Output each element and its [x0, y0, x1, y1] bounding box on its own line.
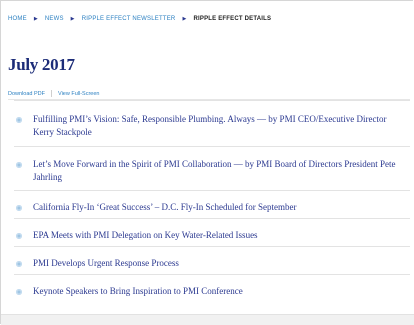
bullet-icon: [16, 233, 22, 239]
breadcrumb-current: RIPPLE EFFECT DETAILS: [193, 16, 272, 22]
list-item[interactable]: EPA Meets with PMI Delegation on Key Wat…: [14, 218, 410, 247]
download-pdf-link[interactable]: Download PDF: [8, 91, 45, 97]
list-item[interactable]: Let’s Move Forward in the Spirit of PMI …: [14, 146, 410, 191]
document-links: Download PDF View Full-Screen: [8, 90, 99, 97]
article-link[interactable]: Keynote Speakers to Bring Inspiration to…: [33, 285, 401, 298]
footer-bar: [1, 314, 414, 325]
chevron-right-icon: ▶: [182, 16, 187, 22]
article-link[interactable]: EPA Meets with PMI Delegation on Key Wat…: [33, 229, 401, 242]
breadcrumb: HOME ▶ NEWS ▶ RIPPLE EFFECT NEWSLETTER ▶…: [8, 16, 271, 22]
view-fullscreen-link[interactable]: View Full-Screen: [58, 91, 99, 97]
article-link[interactable]: PMI Develops Urgent Response Process: [33, 257, 401, 270]
chevron-right-icon: ▶: [33, 16, 38, 22]
bullet-icon: [16, 205, 22, 211]
list-item[interactable]: Keynote Speakers to Bring Inspiration to…: [14, 274, 410, 303]
bullet-icon: [16, 261, 22, 267]
article-link[interactable]: Let’s Move Forward in the Spirit of PMI …: [33, 158, 401, 184]
breadcrumb-newsletter[interactable]: RIPPLE EFFECT NEWSLETTER: [82, 16, 176, 22]
page-title: July 2017: [8, 55, 75, 74]
list-item[interactable]: Fulfilling PMI’s Vision: Safe, Responsib…: [14, 100, 410, 147]
bullet-icon: [16, 117, 22, 123]
bullet-icon: [16, 289, 22, 295]
breadcrumb-news[interactable]: NEWS: [45, 16, 64, 22]
breadcrumb-home[interactable]: HOME: [8, 16, 27, 22]
chevron-right-icon: ▶: [70, 16, 75, 22]
list-item[interactable]: PMI Develops Urgent Response Process: [14, 246, 410, 275]
bullet-icon: [16, 162, 22, 168]
article-link[interactable]: California Fly-In ‘Great Success’ – D.C.…: [33, 201, 401, 214]
article-link[interactable]: Fulfilling PMI’s Vision: Safe, Responsib…: [33, 113, 401, 139]
link-divider: [51, 90, 52, 97]
list-item[interactable]: California Fly-In ‘Great Success’ – D.C.…: [14, 190, 410, 219]
